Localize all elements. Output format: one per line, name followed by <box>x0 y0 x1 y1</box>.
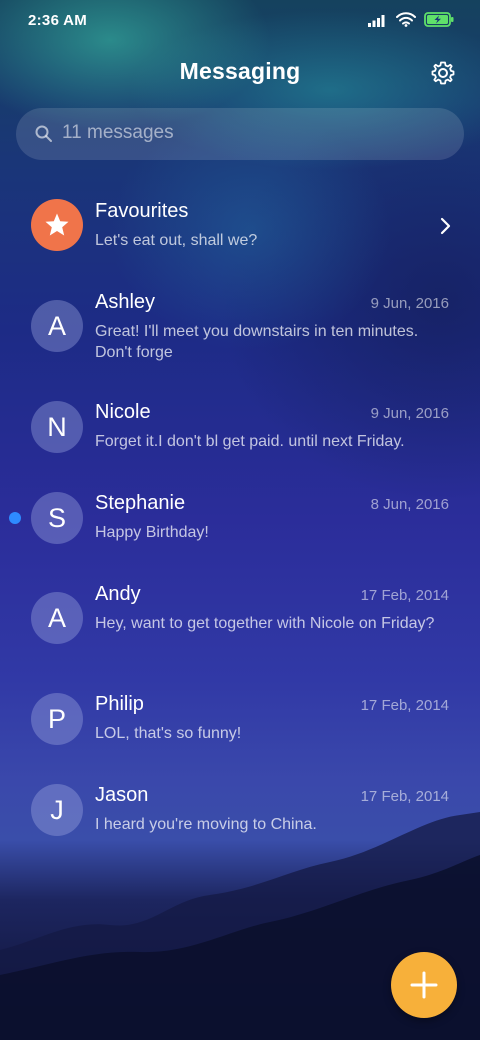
conversation-item-nicole[interactable]: N Nicole 9 Jun, 2016 Forget it.I don't b… <box>0 400 480 460</box>
conversation-item-stephanie[interactable]: S Stephanie 8 Jun, 2016 Happy Birthday! <box>0 491 480 551</box>
search-placeholder: 11 messages <box>62 122 174 143</box>
message-date: 17 Feb, 2014 <box>360 788 449 805</box>
search-input[interactable]: 11 messages <box>16 108 464 160</box>
favourites-avatar <box>31 199 83 251</box>
contact-name: Nicole <box>95 401 151 423</box>
contact-name: Andy <box>95 583 141 605</box>
message-date: 9 Jun, 2016 <box>370 405 449 422</box>
favourites-item[interactable]: Favourites Let's eat out, shall we? <box>0 196 480 256</box>
conversation-item-philip[interactable]: P Philip 17 Feb, 2014 LOL, that's so fun… <box>0 692 480 752</box>
signal-icon <box>368 14 385 27</box>
avatar: J <box>31 784 83 836</box>
message-snippet: Great! I'll meet you downstairs in ten m… <box>95 323 419 361</box>
status-icons <box>368 12 454 27</box>
status-time: 2:36 AM <box>28 12 88 29</box>
chevron-right-icon <box>440 217 451 235</box>
conversation-item-ashley[interactable]: A Ashley 9 Jun, 2016 Great! I'll meet yo… <box>0 290 480 370</box>
avatar: S <box>31 492 83 544</box>
contact-name: Philip <box>95 693 144 715</box>
contact-name: Ashley <box>95 291 156 313</box>
conversation-item-jason[interactable]: J Jason 17 Feb, 2014 I heard you're movi… <box>0 783 480 843</box>
contact-name: Stephanie <box>95 492 186 514</box>
messaging-screen: 2:36 AM Messaging 11 messages Favourites… <box>0 0 480 1040</box>
battery-charging-icon <box>424 12 454 27</box>
message-snippet: Hey, want to get together with Nicole on… <box>95 615 435 632</box>
contact-name: Jason <box>95 784 149 806</box>
message-date: 17 Feb, 2014 <box>360 587 449 604</box>
message-date: 9 Jun, 2016 <box>370 295 449 312</box>
avatar: N <box>31 401 83 453</box>
message-snippet: Happy Birthday! <box>95 524 209 541</box>
page-title: Messaging <box>179 58 301 84</box>
star-icon <box>45 213 69 236</box>
status-bar: 2:36 AM <box>0 0 480 44</box>
avatar: P <box>31 693 83 745</box>
conversation-item-andy[interactable]: A Andy 17 Feb, 2014 Hey, want to get tog… <box>0 582 480 662</box>
message-snippet: Forget it.I don't bl get paid. until nex… <box>95 433 405 450</box>
favourites-snippet: Let's eat out, shall we? <box>95 232 258 249</box>
new-message-button[interactable] <box>391 952 457 1018</box>
plus-icon <box>410 971 438 999</box>
message-date: 8 Jun, 2016 <box>370 496 449 513</box>
message-snippet: LOL, that's so funny! <box>95 725 242 742</box>
gear-icon[interactable] <box>430 60 456 86</box>
avatar: A <box>31 300 83 352</box>
wifi-icon <box>396 12 416 27</box>
message-snippet: I heard you're moving to China. <box>95 816 317 833</box>
avatar: A <box>31 592 83 644</box>
unread-indicator <box>9 512 21 524</box>
favourites-label: Favourites <box>95 200 189 222</box>
message-date: 17 Feb, 2014 <box>360 697 449 714</box>
search-icon <box>35 125 52 142</box>
